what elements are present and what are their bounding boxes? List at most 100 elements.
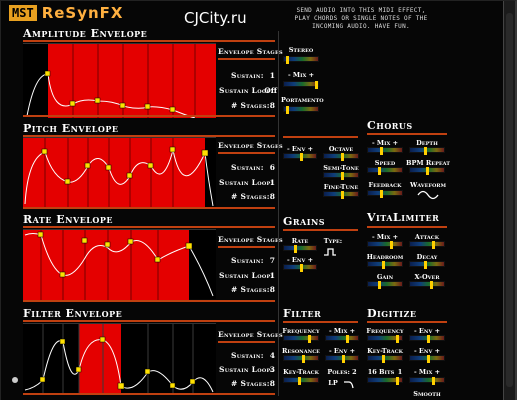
digitize-env-label: - Env +	[413, 327, 441, 335]
filter-loop-value[interactable]: 3	[263, 365, 275, 374]
slider-handle[interactable]	[427, 335, 430, 343]
grains-rate-slider[interactable]	[283, 245, 317, 253]
chorus-depth-slider[interactable]	[409, 147, 445, 155]
slider-handle[interactable]	[426, 167, 429, 175]
filter-stages-count-value[interactable]: 8	[263, 379, 275, 388]
slider-handle[interactable]	[424, 261, 427, 269]
slider-handle[interactable]	[432, 241, 435, 249]
slider-handle[interactable]	[300, 153, 303, 161]
chorus-feedback-label: Feedback	[368, 181, 402, 189]
amplitude-envelope-svg[interactable]	[23, 44, 216, 119]
slider-handle[interactable]	[396, 335, 399, 343]
slider-handle[interactable]	[286, 56, 289, 64]
slider-handle[interactable]	[294, 245, 297, 253]
filter-keytrack-slider[interactable]	[283, 377, 319, 385]
filter-envelope-graph[interactable]	[23, 323, 216, 394]
rate-loop-value[interactable]: 1	[263, 271, 275, 280]
rate-envelope-graph[interactable]	[23, 229, 216, 300]
slider-handle[interactable]	[308, 335, 311, 343]
slider-handle[interactable]	[396, 377, 399, 385]
filter-envelope-svg[interactable]	[23, 324, 216, 394]
limiter-headroom-slider[interactable]	[367, 261, 403, 269]
filter-type-label[interactable]: LP	[325, 379, 341, 387]
limiter-gain-slider[interactable]	[367, 281, 403, 289]
digitize-bits-slider[interactable]	[367, 377, 403, 385]
filter-sustain-value[interactable]: 4	[263, 351, 275, 360]
portamento-slider[interactable]	[283, 106, 319, 114]
digitize-keytrack-slider[interactable]	[367, 355, 403, 363]
chorus-speed-slider[interactable]	[367, 167, 403, 175]
divider	[367, 321, 447, 323]
slider-handle[interactable]	[342, 355, 345, 363]
digitize-mix-slider[interactable]	[409, 377, 445, 385]
slider-handle[interactable]	[341, 172, 344, 180]
slider-handle[interactable]	[341, 191, 344, 199]
octave-slider[interactable]	[323, 153, 359, 161]
chorus-bpm-slider[interactable]	[409, 167, 445, 175]
rate-stages-count-value[interactable]: 8	[263, 285, 275, 294]
filter-frequency-slider[interactable]	[283, 335, 319, 343]
slider-handle[interactable]	[424, 147, 427, 155]
digitize-env-slider[interactable]	[409, 335, 445, 343]
amp-sustain-value[interactable]: 1	[263, 71, 275, 80]
pitch-envelope-title: Pitch Envelope	[23, 122, 119, 135]
slider-handle[interactable]	[427, 355, 430, 363]
digitize-frequency-slider[interactable]	[367, 335, 403, 343]
semitone-slider[interactable]	[323, 172, 359, 180]
slider-handle[interactable]	[430, 281, 433, 289]
slider-handle[interactable]	[382, 261, 385, 269]
slider-handle[interactable]	[286, 106, 289, 114]
pitch-loop-value[interactable]: 1	[263, 178, 275, 187]
stereo-mix-slider[interactable]	[283, 81, 319, 89]
slider-handle[interactable]	[432, 377, 435, 385]
limiter-xover-slider[interactable]	[409, 281, 445, 289]
amp-stages-count-value[interactable]: 8	[263, 101, 275, 110]
digitize-bits-label[interactable]: 16 Bits	[367, 368, 395, 376]
slider-handle[interactable]	[380, 190, 383, 198]
divider	[367, 226, 447, 228]
watermark: CJCity.ru	[184, 9, 247, 27]
finetune-slider[interactable]	[323, 191, 359, 199]
limiter-mix-slider[interactable]	[367, 241, 403, 249]
slider-handle[interactable]	[300, 264, 303, 272]
slider-handle[interactable]	[346, 335, 349, 343]
limiter-attack-slider[interactable]	[409, 241, 445, 249]
slider-handle[interactable]	[378, 281, 381, 289]
filter-poles-label[interactable]: Poles: 2	[325, 368, 359, 376]
rate-sustain-value[interactable]: 7	[263, 256, 275, 265]
filter-mix-slider[interactable]	[325, 335, 359, 343]
stereo-slider[interactable]	[283, 56, 319, 64]
amplitude-envelope-graph[interactable]	[23, 43, 216, 119]
square-wave-icon[interactable]	[323, 247, 337, 257]
digitize-smooth-label: Smooth	[413, 390, 441, 398]
slider-handle[interactable]	[380, 147, 383, 155]
chorus-feedback-slider[interactable]	[367, 190, 403, 198]
slider-handle[interactable]	[341, 153, 344, 161]
limiter-decay-slider[interactable]	[409, 261, 445, 269]
pitch-envelope-graph[interactable]	[23, 137, 216, 208]
digitize-bits-value[interactable]: 1	[395, 368, 405, 376]
filter-env-slider[interactable]	[325, 355, 359, 363]
chorus-mix-slider[interactable]	[367, 147, 403, 155]
scrollbar[interactable]	[503, 1, 515, 400]
digitize-env2-label: - Env +	[413, 347, 441, 355]
divider	[23, 207, 275, 209]
slider-handle[interactable]	[298, 377, 301, 385]
pitch-env-slider[interactable]	[283, 153, 317, 161]
digitize-env2-slider[interactable]	[409, 355, 445, 363]
filter-resonance-slider[interactable]	[283, 355, 319, 363]
slider-handle[interactable]	[378, 167, 381, 175]
grains-env-slider[interactable]	[283, 264, 317, 272]
pitch-sustain-value[interactable]: 6	[263, 163, 275, 172]
slider-handle[interactable]	[315, 81, 318, 89]
slider-handle[interactable]	[390, 241, 393, 249]
sine-wave-icon[interactable]	[417, 190, 439, 200]
lowpass-curve-icon[interactable]	[343, 379, 355, 389]
pitch-stages-count-value[interactable]: 8	[263, 192, 275, 201]
scroll-track[interactable]	[506, 13, 513, 387]
slider-handle[interactable]	[382, 355, 385, 363]
slider-handle[interactable]	[302, 355, 305, 363]
pitch-envelope-svg[interactable]	[23, 138, 216, 208]
amp-loop-value[interactable]: Off	[263, 86, 277, 95]
rate-envelope-svg[interactable]	[23, 230, 216, 300]
